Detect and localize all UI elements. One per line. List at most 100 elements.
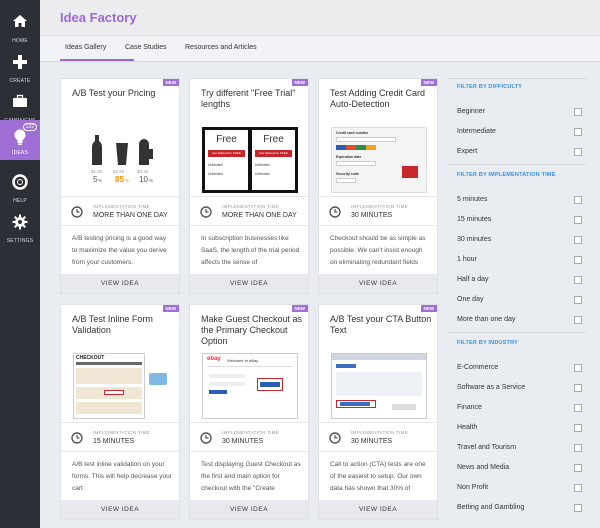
nav-help[interactable]: HELP: [0, 164, 40, 208]
filter-option-health: Health: [457, 424, 478, 431]
clock-icon: [71, 432, 83, 444]
gear-icon: [12, 214, 28, 230]
active-tab-indicator: [60, 59, 134, 61]
tab-case-studies[interactable]: Case Studies: [125, 44, 167, 51]
idea-card-title[interactable]: Make Guest Checkout as the Primary Check…: [201, 314, 303, 347]
idea-card-title[interactable]: Try different "Free Trial" lengths: [201, 88, 303, 110]
idea-card-thumbnail: ebay Welcome to eBay: [202, 353, 298, 419]
form-field: [336, 137, 396, 142]
idea-card[interactable]: NEW Test Adding Credit Card Auto-Detecti…: [318, 78, 438, 294]
filter-option-30-minutes: 30 minutes: [457, 236, 492, 243]
clock-icon: [329, 206, 341, 218]
idea-card[interactable]: NEW A/B Test Inline Form Validation CHEC…: [60, 304, 180, 520]
view-idea-button[interactable]: VIEW IDEA: [61, 274, 179, 293]
filter-option-e-commerce: E-Commerce: [457, 364, 499, 371]
filter-checkbox-more-than-one-day[interactable]: [574, 316, 582, 324]
filter-checkbox-health[interactable]: [574, 424, 582, 432]
plan-price: Free: [263, 134, 284, 145]
lifebuoy-icon: [12, 174, 28, 190]
plan-feature: Unlimited: [255, 163, 270, 167]
price-new: 5: [93, 175, 98, 184]
filter-checkbox-half-a-day[interactable]: [574, 276, 582, 284]
card-image: [402, 166, 418, 178]
nav-create[interactable]: CREATE: [0, 44, 40, 88]
idea-card-description: A/B testing pricing is a good way to max…: [72, 235, 167, 266]
price-old: $2.50: [113, 169, 125, 174]
filter-checkbox-beginner[interactable]: [574, 108, 582, 116]
checkout-heading: CHECKOUT: [76, 355, 105, 361]
filter-checkbox-5-minutes[interactable]: [574, 196, 582, 204]
filter-option-more-than-one-day: More than one day: [457, 316, 516, 323]
form-field: [336, 161, 376, 166]
idea-card-thumbnail: CHECKOUT: [73, 353, 169, 419]
implementation-time-label: IMPLEMENTATION TIME: [93, 430, 150, 435]
implementation-time-value: MORE THAN ONE DAY: [222, 212, 297, 219]
filter-checkbox-one-day[interactable]: [574, 296, 582, 304]
idea-card-title[interactable]: A/B Test your Pricing: [72, 88, 174, 99]
filter-checkbox-saas[interactable]: [574, 384, 582, 392]
clock-icon: [71, 206, 83, 218]
new-badge: NEW: [162, 79, 179, 86]
filter-checkbox-non-profit[interactable]: [574, 484, 582, 492]
view-idea-button[interactable]: VIEW IDEA: [61, 500, 179, 519]
implementation-time: IMPLEMENTATION TIME 15 MINUTES: [61, 422, 179, 452]
tab-ideas-gallery[interactable]: Ideas Gallery: [65, 44, 106, 51]
idea-card[interactable]: NEW Try different "Free Trial" lengths F…: [189, 78, 309, 294]
new-badge: NEW: [291, 79, 308, 86]
form-label: Expiration date: [336, 155, 362, 159]
idea-card[interactable]: NEW A/B Test your Pricing $1.80 $2.50 $3…: [60, 78, 180, 294]
idea-card-description: Call to action (CTA) tests are one of th…: [330, 461, 426, 492]
form-field: [336, 178, 356, 183]
form-label: Credit card number: [336, 131, 369, 135]
idea-card-thumbnail: [331, 353, 427, 419]
validation-tooltip: [149, 373, 167, 385]
new-badge: NEW: [162, 305, 179, 312]
new-badge: NEW: [420, 79, 437, 86]
filter-checkbox-30-minutes[interactable]: [574, 236, 582, 244]
pricing-plan-preview: Free Get Started for FREE Unlimited Unli…: [252, 130, 295, 190]
nav-home[interactable]: HOME: [0, 4, 40, 48]
idea-card-title[interactable]: A/B Test your CTA Button Text: [330, 314, 432, 336]
implementation-time-label: IMPLEMENTATION TIME: [351, 204, 408, 209]
view-idea-button[interactable]: VIEW IDEA: [190, 274, 308, 293]
idea-card-thumbnail: $1.80 $2.50 $3.40 5% 85% 10%: [73, 127, 169, 193]
filter-checkbox-1-hour[interactable]: [574, 256, 582, 264]
filter-option-one-day: One day: [457, 296, 484, 303]
filter-heading-time: FILTER BY IMPLEMENTATION TIME: [457, 172, 556, 178]
filter-checkbox-betting[interactable]: [574, 504, 582, 512]
filter-option-finance: Finance: [457, 404, 482, 411]
filter-checkbox-expert[interactable]: [574, 148, 582, 156]
implementation-time-value: MORE THAN ONE DAY: [93, 212, 168, 219]
tab-resources-articles[interactable]: Resources and Articles: [185, 44, 257, 51]
filter-checkbox-e-commerce[interactable]: [574, 364, 582, 372]
view-idea-button[interactable]: VIEW IDEA: [190, 500, 308, 519]
idea-card-description: A/B test inline validation on your forms…: [72, 461, 172, 492]
implementation-time-value: 30 MINUTES: [222, 438, 264, 445]
nav-ideas-label: IDEAS: [11, 150, 28, 156]
filter-checkbox-finance[interactable]: [574, 404, 582, 412]
implementation-time-value: 15 MINUTES: [93, 438, 135, 445]
implementation-time-label: IMPLEMENTATION TIME: [222, 430, 279, 435]
filter-checkbox-news[interactable]: [574, 464, 582, 472]
view-idea-button[interactable]: VIEW IDEA: [319, 274, 437, 293]
filter-option-travel: Travel and Tourism: [457, 444, 517, 451]
card-logos: [336, 145, 376, 150]
implementation-time: IMPLEMENTATION TIME 30 MINUTES: [190, 422, 308, 452]
filter-option-non-profit: Non Profit: [457, 484, 489, 491]
idea-card[interactable]: NEW A/B Test your CTA Button Text IMPLEM…: [318, 304, 438, 520]
idea-card[interactable]: NEW Make Guest Checkout as the Primary C…: [189, 304, 309, 520]
implementation-time: IMPLEMENTATION TIME 30 MINUTES: [319, 422, 437, 452]
price-old: $3.40: [137, 169, 149, 174]
filter-checkbox-intermediate[interactable]: [574, 128, 582, 136]
filter-checkbox-15-minutes[interactable]: [574, 216, 582, 224]
filter-option-5-minutes: 5 minutes: [457, 196, 488, 203]
plan-feature: Unlimited: [255, 172, 270, 176]
idea-card-title[interactable]: A/B Test Inline Form Validation: [72, 314, 174, 336]
view-idea-button[interactable]: VIEW IDEA: [319, 500, 437, 519]
pricing-plan-preview: Free Get Started for FREE Unlimited Unli…: [205, 130, 248, 190]
idea-card-title[interactable]: Test Adding Credit Card Auto-Detection: [330, 88, 432, 110]
implementation-time: IMPLEMENTATION TIME MORE THAN ONE DAY: [61, 196, 179, 226]
nav-settings[interactable]: SETTINGS: [0, 204, 40, 248]
filter-checkbox-travel[interactable]: [574, 444, 582, 452]
nav-ideas[interactable]: 132 IDEAS: [0, 120, 40, 160]
